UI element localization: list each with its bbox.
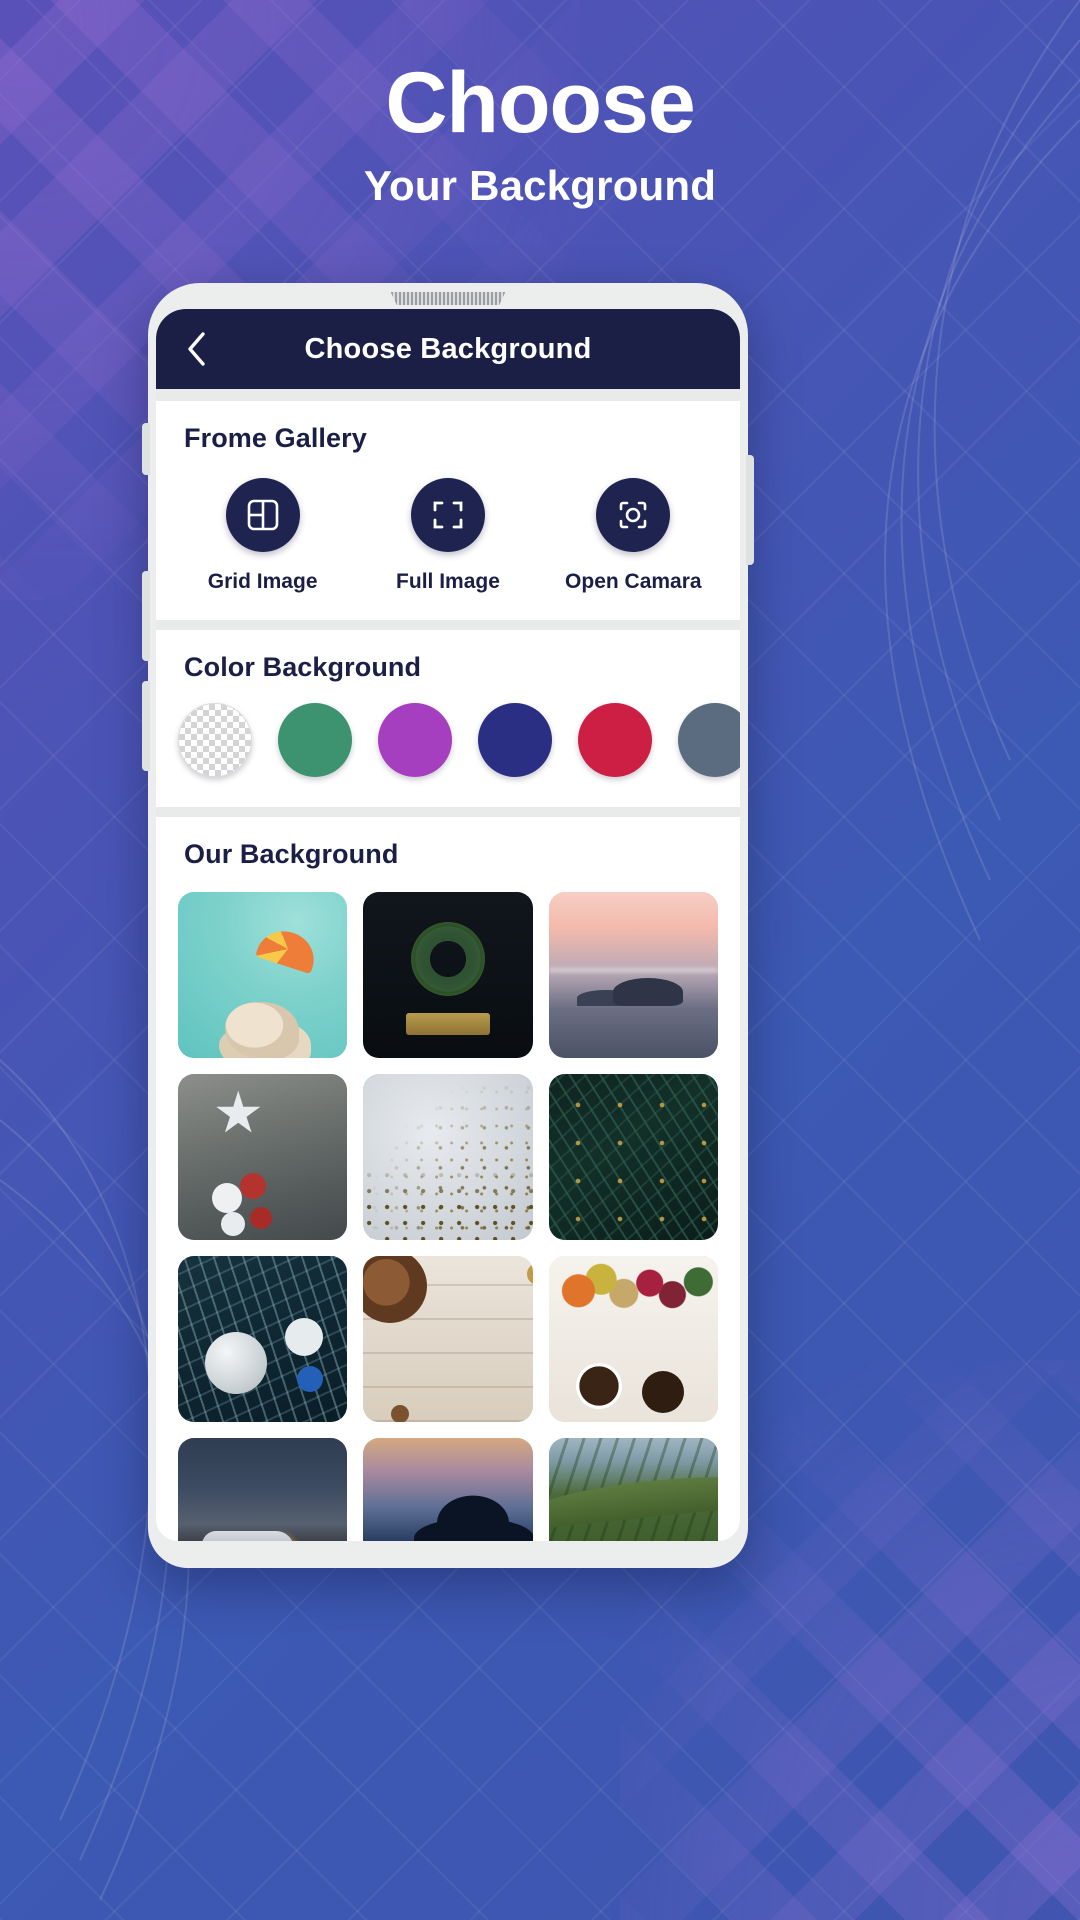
chevron-left-icon xyxy=(185,331,207,367)
phone-side-button-1 xyxy=(142,423,150,475)
our-background-section-title: Our Background xyxy=(184,839,399,869)
background-thumbnail[interactable] xyxy=(548,1438,718,1541)
gallery-option-open-camera[interactable]: Open Camara xyxy=(547,478,719,594)
phone-volume-down-button xyxy=(142,681,150,771)
promo-headline: Choose xyxy=(385,55,695,151)
phone-mockup: Choose Background Frome Gallery Grid Ima… xyxy=(142,283,754,1568)
color-swatch-navy[interactable] xyxy=(478,703,552,777)
camera-focus-icon xyxy=(596,478,671,552)
background-thumbnail[interactable] xyxy=(178,892,348,1058)
background-thumbnail[interactable] xyxy=(548,892,718,1058)
background-thumbnail[interactable] xyxy=(178,1438,348,1541)
color-swatch-slate[interactable] xyxy=(678,703,740,777)
gallery-option-grid-image[interactable]: Grid Image xyxy=(177,478,349,594)
color-section-title: Color Background xyxy=(184,652,422,682)
phone-volume-up-button xyxy=(142,571,150,661)
back-button[interactable] xyxy=(174,327,218,371)
app-bar: Choose Background xyxy=(156,309,740,389)
fullscreen-brackets-icon xyxy=(410,478,485,552)
background-thumbnail[interactable] xyxy=(178,1074,348,1240)
color-swatch-green[interactable] xyxy=(278,703,352,777)
background-thumbnail[interactable] xyxy=(548,1256,718,1422)
our-background-card: Our Background xyxy=(156,817,740,1541)
background-thumbnail[interactable] xyxy=(363,1438,533,1541)
grid-layout-icon xyxy=(225,478,300,552)
color-swatch-purple[interactable] xyxy=(378,703,452,777)
color-swatch-crimson[interactable] xyxy=(578,703,652,777)
background-thumbnail-grid xyxy=(156,870,740,1541)
gallery-option-label: Open Camara xyxy=(565,570,702,593)
promo-subheadline: Your Background xyxy=(363,162,717,210)
screen-scroll-body[interactable]: Frome Gallery Grid Image Full Image Open… xyxy=(156,389,740,1541)
promo-headline-block: Choose Your Background xyxy=(0,58,1080,210)
background-thumbnail[interactable] xyxy=(363,1074,533,1240)
phone-earpiece-speaker xyxy=(390,292,506,305)
background-thumbnail[interactable] xyxy=(178,1256,348,1422)
gallery-section-title: Frome Gallery xyxy=(184,423,367,453)
background-thumbnail[interactable] xyxy=(363,892,533,1058)
gallery-options-row: Grid Image Full Image Open Camara xyxy=(156,454,740,620)
color-background-card: Color Background xyxy=(156,630,740,807)
phone-screen: Choose Background Frome Gallery Grid Ima… xyxy=(156,309,740,1541)
promo-screenshot-root: Choose Your Background Choose Background xyxy=(0,0,1080,1920)
background-thumbnail[interactable] xyxy=(363,1256,533,1422)
color-swatch-transparent[interactable] xyxy=(178,703,252,777)
color-swatch-row[interactable] xyxy=(156,683,740,807)
app-bar-title: Choose Background xyxy=(304,332,592,365)
gallery-option-full-image[interactable]: Full Image xyxy=(362,478,534,594)
gallery-option-label: Grid Image xyxy=(207,570,318,593)
gallery-option-label: Full Image xyxy=(396,570,500,593)
phone-power-button xyxy=(746,455,754,565)
background-thumbnail[interactable] xyxy=(548,1074,718,1240)
gallery-card: Frome Gallery Grid Image Full Image Open… xyxy=(156,401,740,620)
